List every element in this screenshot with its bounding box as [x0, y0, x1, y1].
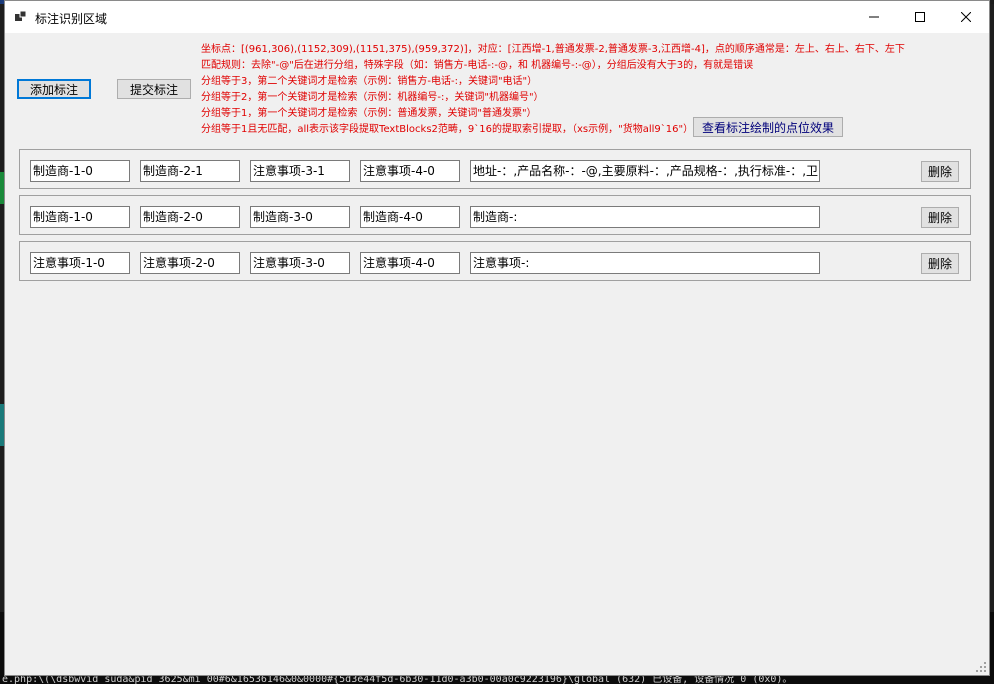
minimize-button[interactable] — [851, 1, 897, 33]
rule-input[interactable]: 制造商-: — [470, 206, 820, 228]
resize-grip-icon[interactable] — [975, 661, 987, 673]
field-3[interactable]: 制造商-3-0 — [250, 206, 350, 228]
app-icon — [15, 10, 27, 23]
field-2[interactable]: 制造商-2-1 — [140, 160, 240, 182]
rule-input[interactable]: 注意事项-: — [470, 252, 820, 274]
delete-row-button[interactable]: 删除 — [921, 161, 959, 182]
field-1[interactable]: 注意事项-1-0 — [30, 252, 130, 274]
field-3[interactable]: 注意事项-3-1 — [250, 160, 350, 182]
field-2[interactable]: 制造商-2-0 — [140, 206, 240, 228]
field-3[interactable]: 注意事项-3-0 — [250, 252, 350, 274]
field-4[interactable]: 注意事项-4-0 — [360, 160, 460, 182]
annotation-row: 注意事项-1-0 注意事项-2-0 注意事项-3-0 注意事项-4-0 注意事项… — [19, 241, 971, 281]
close-button[interactable] — [943, 1, 989, 33]
field-1[interactable]: 制造商-1-0 — [30, 160, 130, 182]
instruction-match-rule: 匹配规则：去除"-@"后在进行分组，特殊字段（如：销售方-电话-:-@，和 机器… — [201, 60, 754, 71]
maximize-icon — [915, 12, 925, 22]
field-4[interactable]: 制造商-4-0 — [360, 206, 460, 228]
window-title: 标注识别区域 — [35, 12, 108, 26]
instruction-coordinates: 坐标点：[(961,306),(1152,309),(1151,375),(95… — [201, 44, 905, 55]
delete-row-button[interactable]: 删除 — [921, 207, 959, 228]
view-points-button[interactable]: 查看标注绘制的点位效果 — [693, 117, 843, 137]
instruction-group-1-nomatch: 分组等于1且无匹配，all表示该字段提取TextBlocks2范畴，9`16的提… — [201, 124, 694, 135]
minimize-icon — [869, 16, 879, 18]
instruction-group-1: 分组等于1，第一个关键词才是检索（示例：普通发票，关键词"普通发票"） — [201, 108, 537, 119]
instruction-group-3: 分组等于3，第二个关键词才是检索（示例：销售方-电话-:，关键词"电话"） — [201, 76, 538, 87]
main-window: 标注识别区域 添加标注 提交标注 坐标点：[(961,306),(1152,30… — [4, 0, 990, 676]
title-bar[interactable]: 标注识别区域 — [5, 1, 989, 33]
field-2[interactable]: 注意事项-2-0 — [140, 252, 240, 274]
maximize-button[interactable] — [897, 1, 943, 33]
add-annotation-button[interactable]: 添加标注 — [17, 79, 91, 99]
annotation-row: 制造商-1-0 制造商-2-1 注意事项-3-1 注意事项-4-0 地址-：,产… — [19, 149, 971, 189]
close-icon — [961, 12, 971, 22]
instruction-group-2: 分组等于2，第一个关键词才是检索（示例：机器编号-:，关键词"机器编号"） — [201, 92, 544, 103]
delete-row-button[interactable]: 删除 — [921, 253, 959, 274]
annotation-row: 制造商-1-0 制造商-2-0 制造商-3-0 制造商-4-0 制造商-: 删除 — [19, 195, 971, 235]
submit-annotation-button[interactable]: 提交标注 — [117, 79, 191, 99]
rule-input[interactable]: 地址-：,产品名称-：-@,主要原料-：,产品规格-：,执行标准-：,卫 — [470, 160, 820, 182]
field-1[interactable]: 制造商-1-0 — [30, 206, 130, 228]
field-4[interactable]: 注意事项-4-0 — [360, 252, 460, 274]
